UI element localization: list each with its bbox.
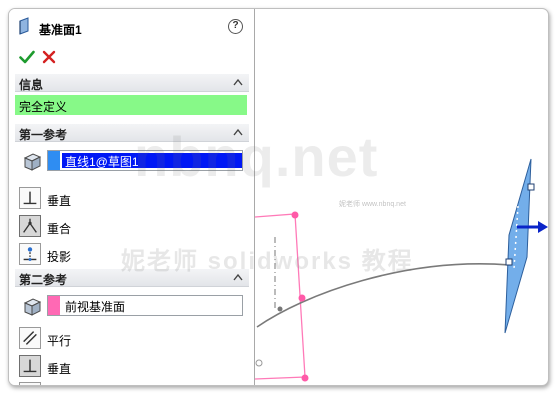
constraint-coincident-label: 重合: [47, 222, 72, 236]
graphics-area[interactable]: [254, 9, 549, 386]
selection-color-swatch: [48, 296, 60, 315]
second-ref-section-header[interactable]: 第二参考: [15, 269, 249, 287]
help-icon[interactable]: ?: [228, 19, 243, 34]
sketch-point[interactable]: [291, 211, 299, 219]
normal-arrow-head[interactable]: [538, 221, 548, 233]
feature-title: 基准面1: [39, 23, 82, 37]
constraint-project-option[interactable]: 投影: [19, 243, 219, 267]
constraint-project-label: 投影: [47, 250, 72, 264]
constraint-parallel-option[interactable]: 平行: [19, 327, 219, 351]
first-reference-value: 直线1@草图1: [62, 153, 242, 169]
close-icon[interactable]: [41, 49, 57, 65]
status-badge: 完全定义: [15, 95, 247, 115]
first-ref-section-title: 第一参考: [19, 128, 68, 142]
info-section-title: 信息: [19, 78, 44, 92]
constraint-perpendicular-label-2: 垂直: [47, 362, 72, 376]
chevron-up-icon[interactable]: [233, 273, 243, 281]
perpendicular-icon: [19, 187, 41, 209]
second-reference-selection-box[interactable]: 前视基准面: [47, 295, 243, 316]
check-icon[interactable]: [19, 49, 35, 65]
status-text: 完全定义: [19, 100, 68, 114]
first-reference-selection-box[interactable]: 直线1@草图1: [47, 150, 243, 171]
viewport-canvas[interactable]: [254, 9, 549, 386]
perpendicular-icon: [19, 355, 41, 377]
constraint-perpendicular-label: 垂直: [47, 194, 72, 208]
info-section-header[interactable]: 信息: [15, 74, 249, 92]
parallel-icon: [19, 327, 41, 349]
first-ref-section-header[interactable]: 第一参考: [15, 124, 249, 142]
chevron-up-icon[interactable]: [233, 78, 243, 86]
plane-handle[interactable]: [505, 258, 513, 266]
panel-resize-handle[interactable]: [255, 359, 263, 367]
second-reference-value: 前视基准面: [65, 300, 126, 314]
sketch-rectangle-outline: [254, 213, 306, 380]
coincident-icon: [19, 215, 41, 237]
project-icon: [19, 243, 41, 265]
selection-color-swatch: [48, 151, 60, 170]
second-ref-section-title: 第二参考: [19, 273, 68, 287]
reference-entity-icon: [23, 298, 42, 316]
pm-title-bar: 基准面1 ?: [9, 9, 255, 45]
sketch-point[interactable]: [298, 294, 306, 302]
sketch-point[interactable]: [301, 374, 309, 382]
constraint-perpendicular-option-2[interactable]: 垂直: [19, 355, 219, 379]
sketch-endpoint[interactable]: [277, 306, 283, 312]
constraint-perpendicular-option[interactable]: 垂直: [19, 187, 219, 211]
constraint-coincident-option[interactable]: 重合: [19, 215, 219, 239]
next-option-partial: [19, 382, 41, 385]
chevron-up-icon[interactable]: [233, 128, 243, 136]
sketch-curve-line[interactable]: [256, 263, 511, 328]
screenshot-frame: 基准面1 ? 信息 完全定义 第一参考 直线1@草图1 垂直 重合 投影 第二参…: [8, 8, 549, 386]
reference-entity-icon: [23, 153, 42, 171]
plane-feature-icon: [19, 17, 29, 35]
plane-preview[interactable]: [504, 158, 532, 334]
plane-handle[interactable]: [527, 183, 535, 191]
constraint-parallel-label: 平行: [47, 334, 72, 348]
property-manager: 基准面1 ? 信息 完全定义 第一参考 直线1@草图1 垂直 重合 投影 第二参…: [9, 9, 255, 385]
